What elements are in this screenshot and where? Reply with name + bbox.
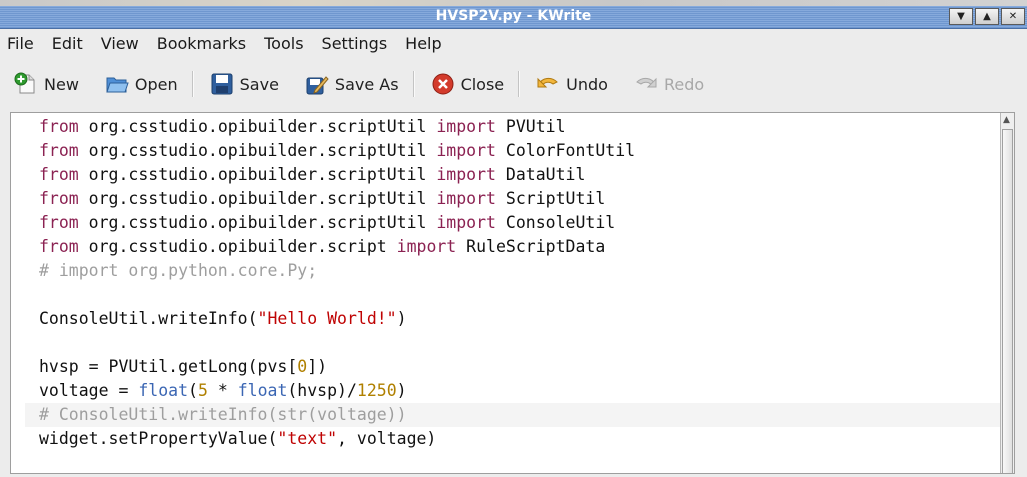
- close-window-button[interactable]: ✕: [1001, 8, 1025, 25]
- code-line-12: voltage = float(5 * float(hvsp)/1250): [39, 381, 407, 400]
- close-button[interactable]: Close: [417, 67, 517, 101]
- undo-label: Undo: [566, 74, 608, 94]
- toolbar-separator: [191, 71, 194, 97]
- code-line-1: from org.csstudio.opibuilder.scriptUtil …: [39, 117, 566, 136]
- code-line-5: from org.csstudio.opibuilder.scriptUtil …: [39, 213, 616, 232]
- new-button[interactable]: New: [0, 67, 91, 101]
- save-as-button[interactable]: Save As: [291, 67, 411, 101]
- menu-help[interactable]: Help: [396, 34, 450, 53]
- code-line-4: from org.csstudio.opibuilder.scriptUtil …: [39, 189, 606, 208]
- menu-view[interactable]: View: [92, 34, 148, 53]
- open-label: Open: [134, 74, 178, 94]
- menu-bar: File Edit View Bookmarks Tools Settings …: [0, 29, 1027, 57]
- code-line-11: hvsp = PVUtil.getLong(pvs[0]): [39, 357, 328, 376]
- save-as-icon: [306, 76, 329, 95]
- title-bar[interactable]: HVSP2V.py - KWrite ▼ ▲ ✕: [0, 6, 1027, 29]
- code-line-13: # ConsoleUtil.writeInfo(str(voltage)): [25, 403, 1014, 427]
- redo-icon: [636, 77, 657, 88]
- minimize-button[interactable]: ▼: [949, 8, 973, 25]
- toolbar-separator: [518, 71, 521, 97]
- open-button[interactable]: Open: [91, 67, 190, 101]
- menu-tools[interactable]: Tools: [255, 34, 312, 53]
- save-as-label: Save As: [334, 74, 399, 94]
- menu-settings[interactable]: Settings: [313, 34, 397, 53]
- toolbar-separator: [412, 71, 415, 97]
- scroll-up-arrow-icon[interactable]: ▲: [1003, 115, 1010, 125]
- code-line-14: widget.setPropertyValue("text", voltage): [39, 429, 437, 448]
- code-line-3: from org.csstudio.opibuilder.scriptUtil …: [39, 165, 586, 184]
- new-label: New: [44, 74, 79, 94]
- code-line-2: from org.csstudio.opibuilder.scriptUtil …: [39, 141, 636, 160]
- menu-edit[interactable]: Edit: [43, 34, 92, 53]
- redo-label: Redo: [663, 74, 705, 94]
- main-toolbar: New Open Save Save As Close Undo Redo: [0, 62, 1027, 106]
- menu-bookmarks[interactable]: Bookmarks: [148, 34, 255, 53]
- editor-gutter: [11, 113, 25, 473]
- redo-button[interactable]: Redo: [620, 67, 716, 101]
- undo-button[interactable]: Undo: [522, 67, 620, 101]
- close-label: Close: [460, 74, 505, 94]
- code-line-9: ConsoleUtil.writeInfo("Hello World!"): [39, 309, 407, 328]
- save-button[interactable]: Save: [196, 67, 291, 101]
- window-title: HVSP2V.py - KWrite: [435, 8, 592, 24]
- folder-open-icon: [106, 77, 129, 93]
- menu-file[interactable]: File: [0, 34, 43, 53]
- undo-icon: [537, 77, 559, 88]
- window-controls: ▼ ▲ ✕: [949, 8, 1025, 25]
- close-icon: [432, 73, 454, 95]
- maximize-button[interactable]: ▲: [975, 8, 999, 25]
- vertical-scrollbar[interactable]: ▲: [1000, 113, 1014, 473]
- new-document-icon: [14, 72, 35, 94]
- code-line-7: # import org.python.core.Py;: [39, 261, 318, 280]
- scrollbar-thumb[interactable]: [1002, 129, 1013, 473]
- code-line-6: from org.csstudio.opibuilder.script impo…: [39, 237, 606, 256]
- code-editor[interactable]: from org.csstudio.opibuilder.scriptUtil …: [10, 112, 1015, 474]
- floppy-disk-icon: [211, 73, 233, 95]
- save-label: Save: [239, 74, 279, 94]
